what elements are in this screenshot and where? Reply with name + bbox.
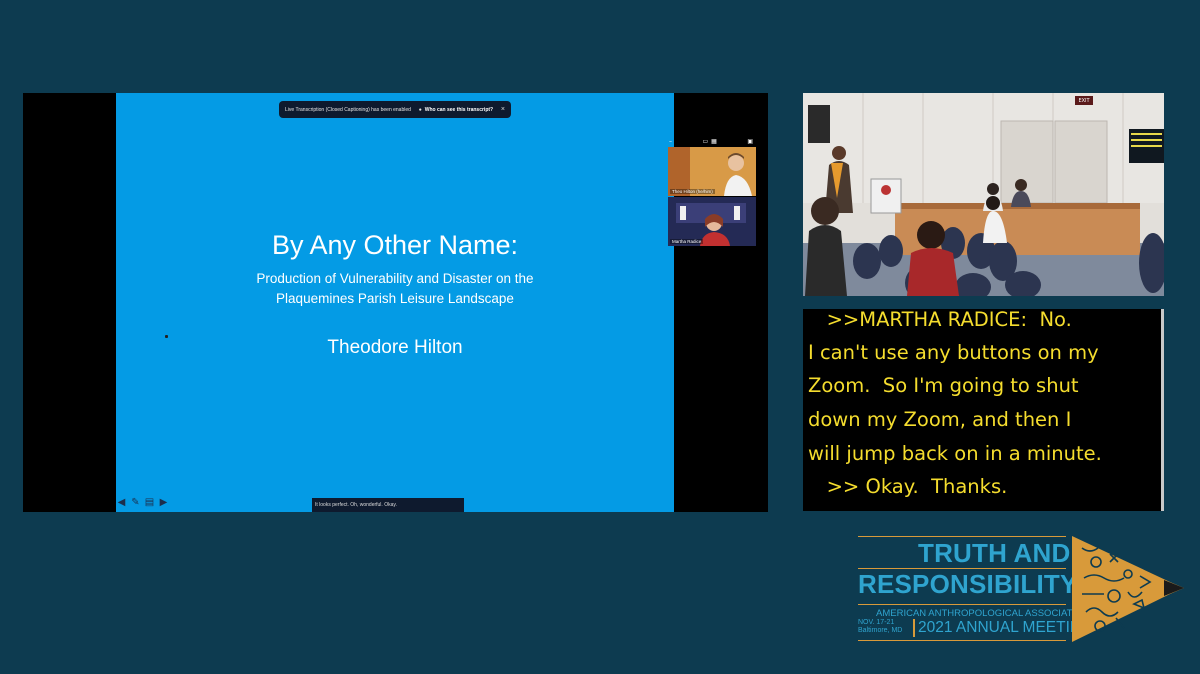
slide-subtitle-line-1: Production of Vulnerability and Disaster… (256, 271, 534, 286)
conference-dates: NOV. 17-21 Baltimore, MD (858, 619, 913, 635)
caption-line: I can't use any buttons on my (808, 341, 1099, 364)
conference-date-range: NOV. 17-21 (858, 619, 895, 626)
exit-sign: EXIT (1075, 96, 1093, 105)
annual-meeting-label: 2021 ANNUAL MEETING (913, 619, 1093, 637)
mouse-cursor (165, 335, 168, 338)
caption-line: >>MARTHA RADICE: No. (808, 308, 1072, 331)
gallery-toolbar: – ▭ ▦ ▣ (666, 136, 756, 146)
expand-icon[interactable]: ▣ (747, 138, 753, 145)
arrow-left-icon[interactable]: ◀ (116, 497, 127, 508)
screen-share-panel: Live Transcription (Closed Captioning) h… (23, 93, 768, 512)
participant-gallery: – ▭ ▦ ▣ Theo Hilton (he/him) Martha Radi… (666, 136, 756, 248)
caption-line: will jump back on in a minute. (808, 442, 1102, 465)
caption-line: >> Okay. Thanks. (808, 475, 1008, 498)
caption-line: Zoom. So I'm going to shut (808, 374, 1079, 397)
speaker-view-icon[interactable]: ▭ (702, 138, 708, 145)
gallery-view-icon[interactable]: ▦ (711, 138, 717, 145)
conference-room-video (803, 93, 1164, 296)
who-can-see-transcript-link[interactable]: Who can see this transcript? (425, 107, 493, 113)
conference-logo: TRUTH AND RESPONSIBILITY AMERICAN ANTHRO… (858, 534, 1188, 646)
arrowhead-icon (1072, 536, 1184, 642)
live-transcription-banner: Live Transcription (Closed Captioning) h… (279, 101, 511, 118)
slide-caption-text: It looks perfect. Oh, wonderful. Okay. (312, 498, 464, 512)
conference-title-line-1: TRUTH AND (918, 538, 1071, 568)
conference-location: Baltimore, MD (858, 627, 903, 634)
participant-video-tile[interactable]: Martha Radice (668, 197, 756, 246)
slides-icon[interactable]: ▤ (144, 497, 155, 508)
organization-name: AMERICAN ANTHROPOLOGICAL ASSOCIATION (876, 608, 1090, 619)
caption-line: down my Zoom, and then I (808, 408, 1072, 431)
slide-author: Theodore Hilton (327, 337, 463, 358)
person-icon: ● (418, 106, 422, 113)
slide-subtitle-line-2: Plaquemines Parish Leisure Landscape (276, 291, 514, 306)
transcription-status-text: Live Transcription (Closed Captioning) h… (285, 106, 411, 113)
close-icon[interactable]: × (501, 106, 505, 113)
pen-icon[interactable]: ✎ (130, 497, 141, 508)
arrow-right-icon[interactable]: ▶ (158, 497, 169, 508)
participant-name: Martha Radice (670, 239, 704, 244)
room-camera-feed: EXIT (803, 93, 1164, 296)
participant-name: Theo Hilton (he/him) (670, 189, 715, 194)
slide-title: By Any Other Name: (271, 230, 519, 260)
live-captions-panel: >>MARTHA RADICE: No. I can't use any but… (803, 309, 1164, 511)
minimize-icon[interactable]: – (669, 138, 672, 145)
slide-navigation: ◀ ✎ ▤ ▶ (116, 497, 169, 511)
conference-title-line-2: RESPONSIBILITY (858, 569, 1078, 599)
presentation-slide: Live Transcription (Closed Captioning) h… (116, 93, 674, 512)
participant-video-tile[interactable]: Theo Hilton (he/him) (668, 147, 756, 196)
